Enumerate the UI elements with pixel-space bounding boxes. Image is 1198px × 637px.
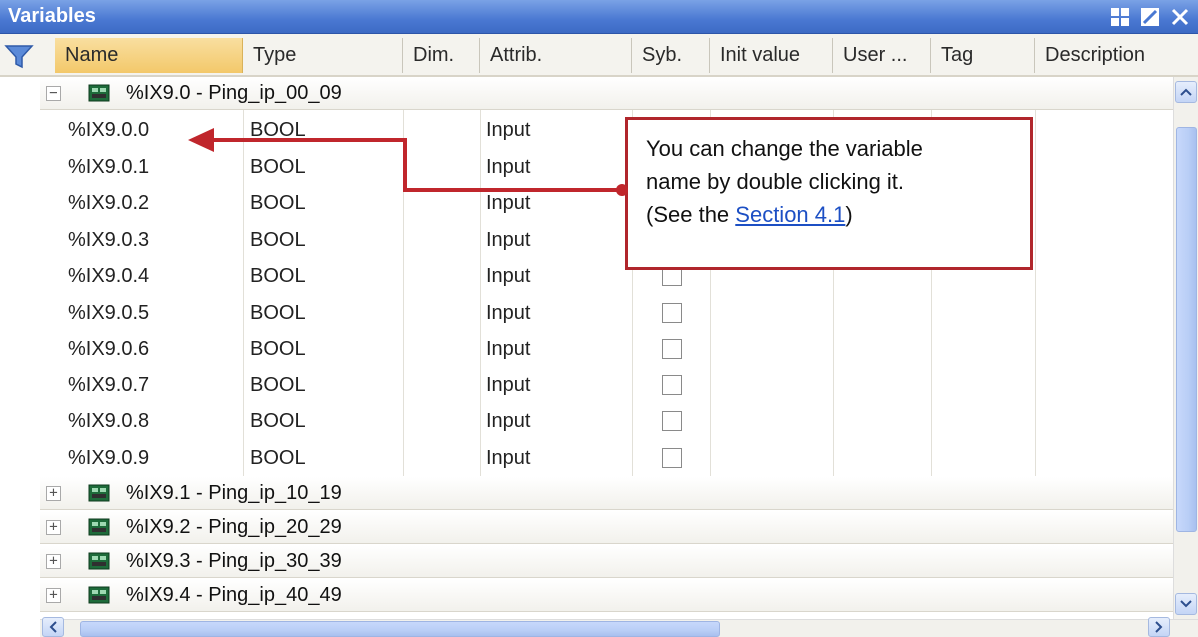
var-type: BOOL [250, 302, 306, 324]
column-header-init-value[interactable]: Init value [710, 38, 833, 73]
group-row[interactable]: + %IX9.3 - Ping_ip_30_39 [40, 545, 1173, 578]
callout-line: (See the Section 4.1) [646, 198, 1012, 231]
group-row[interactable]: + %IX9.4 - Ping_ip_40_49 [40, 579, 1173, 612]
var-name[interactable]: %IX9.0.9 [68, 440, 149, 476]
window-titlebar: Variables [0, 0, 1198, 34]
var-type: BOOL [250, 229, 306, 251]
section-link[interactable]: Section 4.1 [735, 202, 845, 227]
collapse-toggle[interactable]: − [46, 86, 61, 101]
var-attrib: Input [486, 192, 531, 214]
expand-toggle[interactable]: + [46, 520, 61, 535]
scroll-down-button[interactable] [1175, 593, 1197, 615]
var-attrib: Input [486, 338, 531, 360]
scroll-right-button[interactable] [1148, 617, 1170, 637]
vertical-scroll-thumb[interactable] [1176, 127, 1197, 532]
expand-toggle[interactable]: + [46, 554, 61, 569]
close-icon[interactable] [1168, 5, 1192, 29]
var-attrib: Input [486, 265, 531, 287]
group-label: %IX9.1 - Ping_ip_10_19 [126, 482, 342, 504]
var-name[interactable]: %IX9.0.1 [68, 149, 149, 185]
window-title: Variables [8, 5, 96, 27]
syb-checkbox[interactable] [662, 303, 682, 323]
var-attrib: Input [486, 302, 531, 324]
column-header-syb[interactable]: Syb. [632, 38, 710, 73]
var-type: BOOL [250, 338, 306, 360]
var-attrib: Input [486, 374, 531, 396]
module-icon [88, 586, 110, 604]
column-header-type[interactable]: Type [243, 38, 403, 73]
syb-checkbox[interactable] [662, 411, 682, 431]
group-row[interactable]: − %IX9.0 - Ping_ip_00_09 [40, 77, 1173, 110]
syb-checkbox[interactable] [662, 448, 682, 468]
filter-icon[interactable] [4, 44, 34, 70]
var-name[interactable]: %IX9.0.7 [68, 367, 149, 403]
var-attrib: Input [486, 447, 531, 469]
var-type: BOOL [250, 119, 306, 141]
group-label: %IX9.4 - Ping_ip_40_49 [126, 584, 342, 606]
column-header-description[interactable]: Description [1035, 38, 1175, 73]
var-name[interactable]: %IX9.0.8 [68, 403, 149, 439]
var-type: BOOL [250, 265, 306, 287]
expand-toggle[interactable]: + [46, 486, 61, 501]
column-header-dim[interactable]: Dim. [403, 38, 480, 73]
table-row[interactable]: %IX9.0.5 BOOL Input [40, 295, 1173, 331]
callout-line: name by double clicking it. [646, 169, 905, 194]
module-icon [88, 484, 110, 502]
tile-icon[interactable] [1108, 5, 1132, 29]
row-indicator-strip [0, 77, 40, 637]
var-name[interactable]: %IX9.0.5 [68, 295, 149, 331]
column-header-user[interactable]: User ... [833, 38, 931, 73]
var-type: BOOL [250, 192, 306, 214]
module-icon [88, 518, 110, 536]
annotation-callout: You can change the variable name by doub… [625, 117, 1033, 270]
var-attrib: Input [486, 410, 531, 432]
column-header-name[interactable]: Name [55, 38, 243, 73]
syb-checkbox[interactable] [662, 375, 682, 395]
var-attrib: Input [486, 119, 531, 141]
column-header-tag[interactable]: Tag [931, 38, 1035, 73]
group-label: %IX9.3 - Ping_ip_30_39 [126, 550, 342, 572]
syb-checkbox[interactable] [662, 339, 682, 359]
table-row[interactable]: %IX9.0.8 BOOL Input [40, 403, 1173, 439]
table-row[interactable]: %IX9.0.6 BOOL Input [40, 331, 1173, 367]
expand-toggle[interactable]: + [46, 588, 61, 603]
var-type: BOOL [250, 374, 306, 396]
column-header-attrib[interactable]: Attrib. [480, 38, 632, 73]
var-attrib: Input [486, 156, 531, 178]
horizontal-scrollbar[interactable] [40, 617, 1198, 637]
var-name[interactable]: %IX9.0.6 [68, 331, 149, 367]
callout-text: (See the [646, 202, 736, 227]
table-row[interactable]: %IX9.0.9 BOOL Input [40, 440, 1173, 476]
scroll-left-button[interactable] [42, 617, 64, 637]
var-name[interactable]: %IX9.0.3 [68, 222, 149, 258]
horizontal-scroll-thumb[interactable] [80, 621, 720, 637]
pin-icon[interactable] [1138, 5, 1162, 29]
var-name[interactable]: %IX9.0.0 [68, 112, 149, 148]
var-type: BOOL [250, 447, 306, 469]
column-header: Name Type Dim. Attrib. Syb. Init value U… [0, 34, 1198, 77]
var-type: BOOL [250, 410, 306, 432]
table-row[interactable]: %IX9.0.7 BOOL Input [40, 367, 1173, 403]
vertical-scrollbar[interactable] [1173, 77, 1198, 619]
callout-line: You can change the variable [646, 136, 923, 161]
var-attrib: Input [486, 229, 531, 251]
group-row[interactable]: + %IX9.2 - Ping_ip_20_29 [40, 511, 1173, 544]
module-icon [88, 552, 110, 570]
scroll-up-button[interactable] [1175, 81, 1197, 103]
group-label: %IX9.2 - Ping_ip_20_29 [126, 516, 342, 538]
group-row[interactable]: + %IX9.1 - Ping_ip_10_19 [40, 477, 1173, 510]
var-type: BOOL [250, 156, 306, 178]
var-name[interactable]: %IX9.0.2 [68, 185, 149, 221]
callout-text: ) [845, 202, 853, 227]
group-label: %IX9.0 - Ping_ip_00_09 [126, 82, 342, 104]
module-icon [88, 84, 110, 102]
var-name[interactable]: %IX9.0.4 [68, 258, 149, 294]
